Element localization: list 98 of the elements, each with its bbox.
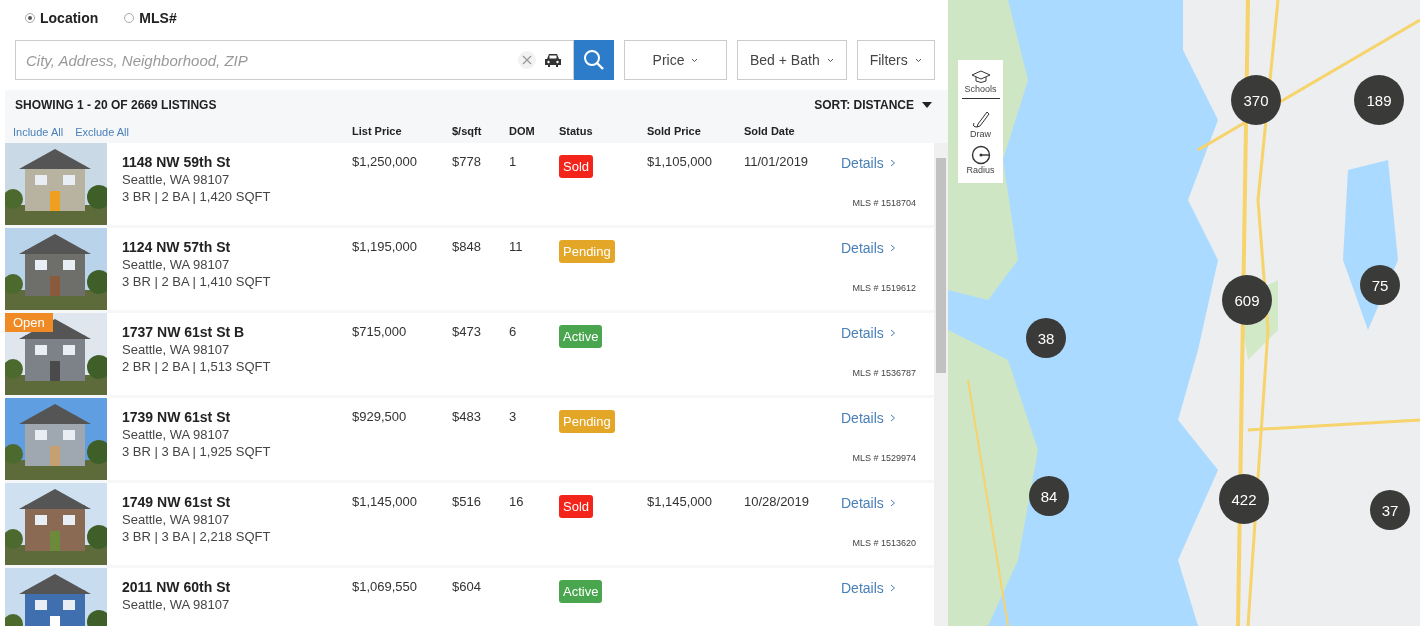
price-per-sqft: $516 [452, 494, 481, 509]
listing-specs: 3 BR | 3 BA | 1,925 SQFT [122, 444, 271, 459]
search-field[interactable]: City, Address, Neighborhood, ZIP [15, 40, 574, 80]
sold-price: $1,145,000 [647, 494, 713, 509]
listing-address[interactable]: 2011 NW 60th St [122, 579, 231, 595]
status-badge: Active [559, 580, 603, 603]
status-badge: Sold [559, 155, 594, 178]
listing-row[interactable]: 2011 NW 60th St Seattle, WA 98107 $1,069,550 $604 Active Details [5, 568, 934, 626]
days-on-market: 3 [509, 409, 517, 424]
days-on-market: 11 [509, 239, 523, 254]
chevron-right-icon [889, 244, 896, 252]
price-per-sqft: $848 [452, 239, 481, 254]
listing-address[interactable]: 1739 NW 61st St [122, 409, 271, 425]
price-per-sqft: $604 [452, 579, 481, 594]
listing-specs: 3 BR | 2 BA | 1,420 SQFT [122, 189, 271, 204]
sort-dropdown[interactable]: SORT: DISTANCE [814, 98, 932, 112]
days-on-market: 6 [509, 324, 517, 339]
caret-down-icon [922, 102, 932, 108]
chevron-down-icon [914, 57, 922, 63]
listing-address[interactable]: 1148 NW 59th St [122, 154, 271, 170]
pen-icon [970, 109, 991, 129]
listing-city: Seattle, WA 98107 [122, 172, 231, 187]
search-mode-label[interactable]: MLS# [139, 10, 177, 26]
listing-city: Seattle, WA 98107 [122, 257, 231, 272]
status-badge: Active [559, 325, 603, 348]
listing-row[interactable]: 1749 NW 61st St Seattle, WA 98107 3 BR | 3 BA | 2,218 SQFT $1,145,000 $516 16 Sold $1,145,000 10/28/2019 Details MLS # 1513620 [5, 483, 934, 565]
mls-number: MLS # 1518704 [852, 198, 916, 208]
chevron-right-icon [889, 414, 896, 422]
sold-date: 11/01/2019 [744, 154, 809, 169]
search-icon [583, 49, 605, 71]
chevron-right-icon [889, 499, 896, 507]
map-tool-button[interactable]: Schools [961, 68, 1000, 99]
status-badge: Sold [559, 495, 594, 518]
list-price: $715,000 [352, 324, 407, 339]
details-link[interactable]: Details [841, 410, 896, 426]
car-icon[interactable] [544, 53, 562, 67]
open-house-badge: Open [5, 313, 53, 332]
status-badge: Pending [559, 410, 615, 433]
chevron-down-icon [826, 57, 834, 63]
search-button[interactable] [574, 40, 614, 80]
chevron-down-icon [691, 57, 699, 63]
results-count: SHOWING 1 - 20 OF 2669 LISTINGS [15, 98, 217, 112]
map-tool-button[interactable]: Draw [961, 107, 1000, 143]
filter-dropdown[interactable]: Bed + Bath [737, 40, 847, 80]
listing-row[interactable]: 1124 NW 57th St Seattle, WA 98107 3 BR | 2 BA | 1,410 SQFT $1,195,000 $848 11 Pending Details MLS # 1519612 [5, 228, 934, 310]
list-price: $1,195,000 [352, 239, 418, 254]
listing-row[interactable]: Open 1737 NW 61st St B Seattle, WA 98107 2 BR | 2 BA | 1,513 SQFT $715,000 $473 6 Active Details MLS # 1536787 [5, 313, 934, 395]
column-header[interactable]: $/sqft [452, 125, 482, 137]
mls-number: MLS # 1513620 [852, 538, 916, 548]
column-header[interactable]: List Price [352, 125, 402, 137]
price-per-sqft: $473 [452, 324, 481, 339]
listing-specs: 3 BR | 2 BA | 1,410 SQFT [122, 274, 271, 289]
listing-address[interactable]: 1749 NW 61st St [122, 494, 271, 510]
price-per-sqft: $778 [452, 154, 481, 169]
listing-specs: 3 BR | 3 BA | 2,218 SQFT [122, 529, 271, 544]
bulk-link[interactable]: Exclude All [75, 125, 129, 138]
list-price: $1,069,550 [352, 579, 418, 594]
details-link[interactable]: Details [841, 240, 896, 256]
map-tool-button[interactable]: Radius [961, 143, 1000, 179]
sold-price: $1,105,000 [647, 154, 713, 169]
bulk-link[interactable]: Include All [13, 125, 64, 138]
listing-row[interactable]: 1148 NW 59th St Seattle, WA 98107 3 BR | 2 BA | 1,420 SQFT $1,250,000 $778 1 Sold $1,105,000 11/01/2019 Details MLS # 1518704 [5, 143, 934, 225]
chevron-right-icon [889, 159, 896, 167]
column-header[interactable]: Status [559, 125, 593, 137]
graduation-cap-icon [970, 70, 991, 84]
listing-city: Seattle, WA 98107 [122, 512, 231, 527]
days-on-market: 16 [509, 494, 524, 509]
filter-dropdown[interactable]: Price [624, 40, 727, 80]
status-badge: Pending [559, 240, 615, 263]
price-per-sqft: $483 [452, 409, 481, 424]
list-price: $1,145,000 [352, 494, 418, 509]
details-link[interactable]: Details [841, 495, 896, 511]
radius-icon [970, 145, 991, 165]
listing-city: Seattle, WA 98107 [122, 597, 231, 612]
scrollbar[interactable] [934, 143, 948, 626]
list-price: $929,500 [352, 409, 407, 424]
details-link[interactable]: Details [841, 580, 896, 596]
days-on-market: 1 [509, 154, 517, 169]
sold-date: 10/28/2019 [744, 494, 810, 509]
mls-number: MLS # 1529974 [852, 453, 916, 463]
listing-city: Seattle, WA 98107 [122, 342, 231, 357]
filter-dropdown[interactable]: Filters [856, 40, 935, 80]
listing-address[interactable]: 1124 NW 57th St [122, 239, 271, 255]
mls-number: MLS # 1519612 [852, 283, 916, 293]
listing-specs: 2 BR | 2 BA | 1,513 SQFT [122, 359, 271, 374]
column-header[interactable]: Sold Price [647, 125, 701, 137]
listing-row[interactable]: 1739 NW 61st St Seattle, WA 98107 3 BR | 3 BA | 1,925 SQFT $929,500 $483 3 Pending Details MLS # 1529974 [5, 398, 934, 480]
listing-address[interactable]: 1737 NW 61st St B [122, 324, 271, 340]
search-mode-label[interactable]: Location [40, 10, 99, 26]
details-link[interactable]: Details [841, 325, 896, 341]
chevron-right-icon [889, 329, 896, 337]
details-link[interactable]: Details [841, 155, 896, 171]
column-header[interactable]: DOM [509, 125, 535, 137]
mls-number: MLS # 1536787 [852, 368, 916, 378]
column-header[interactable]: Sold Date [744, 125, 795, 137]
chevron-right-icon [889, 584, 896, 592]
listing-city: Seattle, WA 98107 [122, 427, 231, 442]
list-price: $1,250,000 [352, 154, 418, 169]
